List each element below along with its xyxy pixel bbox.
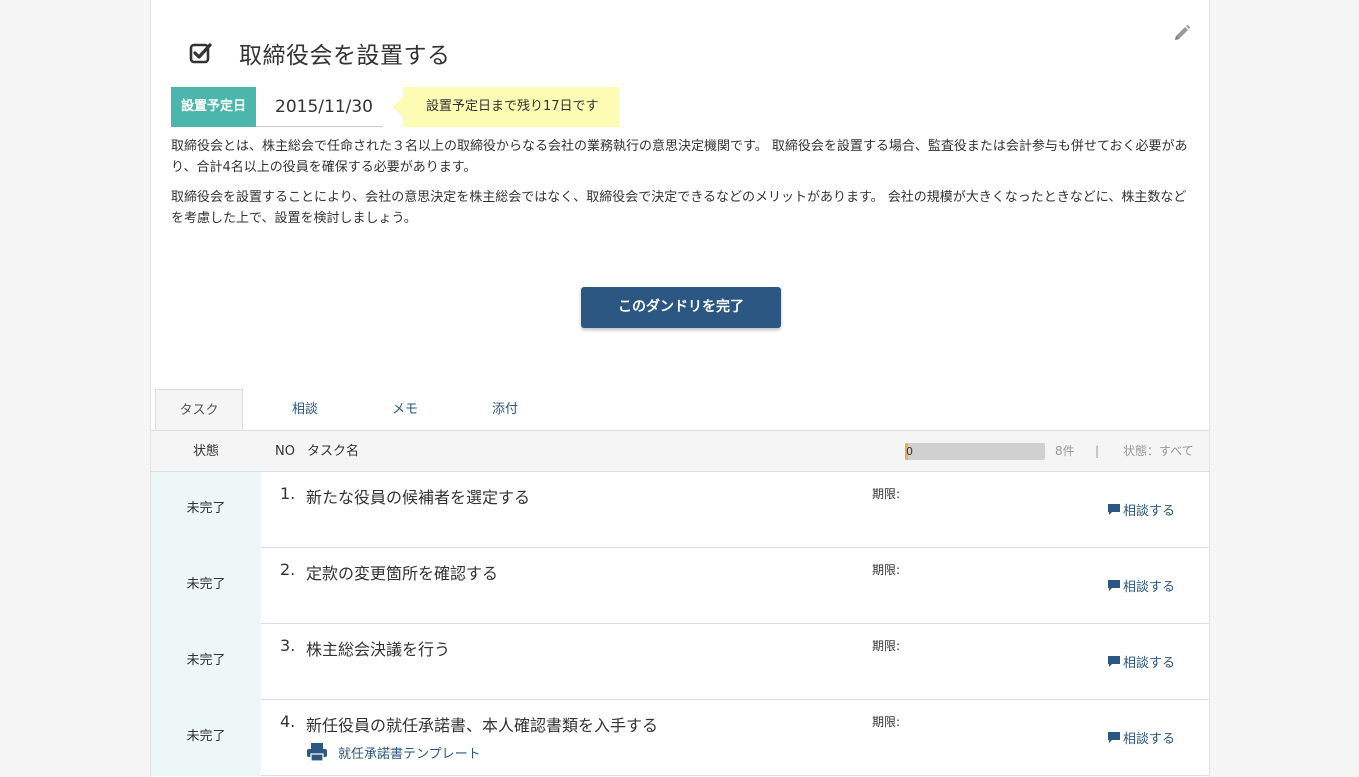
consult-link[interactable]: 相談する — [1107, 500, 1175, 519]
status-filter[interactable]: 状態：すべて — [1123, 431, 1194, 472]
speech-bubble-icon — [1108, 580, 1120, 591]
table-row: 未完了 1. 新たな役員の候補者を選定する 期限: 相談する — [151, 472, 1209, 548]
separator: | — [1095, 444, 1100, 458]
task-table-header: 状態 NO タスク名 0 8件 | 状態：すべて — [151, 430, 1209, 472]
task-deadline: 期限: — [872, 639, 901, 653]
task-detail-card: 取締役会を設置する 設置予定日 2015/11/30 設置予定日まで残り17日で… — [150, 0, 1210, 777]
tab-bar: タスク 相談 メモ 添付 — [155, 389, 555, 431]
consult-label: 相談する — [1123, 732, 1176, 747]
task-count: 8件 — [1055, 444, 1075, 458]
attachment-label: 就任承諾書テンプレート — [338, 746, 481, 762]
speech-bubble-icon — [1108, 732, 1120, 743]
consult-label: 相談する — [1123, 580, 1176, 595]
printer-icon — [307, 743, 327, 762]
progress-bar: 0 — [905, 443, 1045, 460]
tab-attachments[interactable]: 添付 — [455, 389, 555, 431]
task-number: 2. — [280, 560, 296, 579]
column-no: NO — [275, 444, 295, 459]
task-deadline: 期限: — [872, 715, 901, 729]
task-number: 1. — [280, 484, 296, 503]
speech-bubble-icon — [1108, 656, 1120, 667]
consult-label: 相談する — [1123, 504, 1176, 519]
template-download-link[interactable]: 就任承諾書テンプレート — [306, 742, 481, 762]
task-number: 4. — [280, 712, 296, 731]
check-square-icon — [189, 41, 213, 65]
task-status[interactable]: 未完了 — [151, 548, 261, 624]
task-name[interactable]: 新たな役員の候補者を選定する — [306, 484, 530, 508]
task-status[interactable]: 未完了 — [151, 624, 261, 700]
column-task-name: タスク名 — [307, 444, 360, 459]
tab-memo[interactable]: メモ — [355, 389, 455, 431]
page-title: 取締役会を設置する — [239, 43, 451, 69]
title-row: 取締役会を設置する — [189, 36, 451, 70]
description-paragraph: 取締役会を設置することにより、会社の意思決定を株主総会ではなく、取締役会で決定で… — [171, 190, 1187, 226]
remaining-days-tip: 設置予定日まで残り17日です — [393, 87, 619, 127]
scheduled-date-label: 設置予定日 — [171, 87, 257, 127]
scheduled-date-value[interactable]: 2015/11/30 — [256, 87, 383, 127]
description: 取締役会とは、株主総会で任命された３名以上の取締役からなる会社の業務執行の意思決… — [171, 136, 1191, 238]
task-status[interactable]: 未完了 — [151, 700, 261, 776]
consult-link[interactable]: 相談する — [1107, 652, 1175, 671]
tab-tasks[interactable]: タスク — [155, 389, 243, 431]
table-row: 未完了 3. 株主総会決議を行う 期限: 相談する — [151, 624, 1209, 700]
column-status: 状態 — [192, 444, 219, 459]
speech-bubble-icon — [1108, 504, 1120, 515]
consult-label: 相談する — [1123, 656, 1176, 671]
task-number: 3. — [280, 636, 296, 655]
description-paragraph: 取締役会とは、株主総会で任命された３名以上の取締役からなる会社の業務執行の意思決… — [171, 139, 1188, 175]
consult-link[interactable]: 相談する — [1107, 728, 1175, 747]
task-deadline: 期限: — [872, 563, 901, 577]
table-row: 未完了 4. 新任役員の就任承諾書、本人確認書類を入手する 期限: 相談する 就… — [151, 700, 1209, 776]
task-status[interactable]: 未完了 — [151, 472, 261, 548]
complete-button[interactable]: このダンドリを完了 — [581, 287, 781, 328]
pencil-icon[interactable] — [1173, 24, 1191, 42]
scheduled-date-row: 設置予定日 2015/11/30 設置予定日まで残り17日です — [171, 87, 619, 127]
task-name[interactable]: 定款の変更箇所を確認する — [306, 560, 498, 584]
table-row: 未完了 2. 定款の変更箇所を確認する 期限: 相談する — [151, 548, 1209, 624]
tab-consult[interactable]: 相談 — [255, 389, 355, 431]
task-name[interactable]: 株主総会決議を行う — [306, 636, 450, 660]
task-deadline: 期限: — [872, 487, 901, 501]
progress-value: 0 — [906, 445, 913, 458]
task-name[interactable]: 新任役員の就任承諾書、本人確認書類を入手する — [306, 712, 658, 736]
consult-link[interactable]: 相談する — [1107, 576, 1175, 595]
